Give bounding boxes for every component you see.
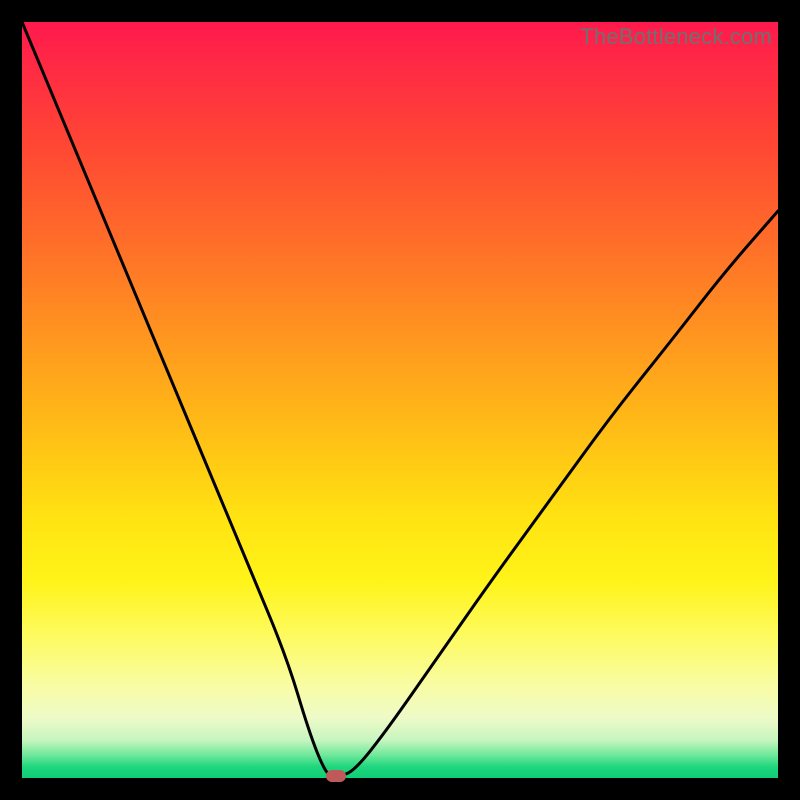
optimum-marker (326, 770, 346, 782)
chart-frame: TheBottleneck.com (0, 0, 800, 800)
plot-area: TheBottleneck.com (22, 22, 778, 778)
bottleneck-curve (22, 22, 778, 778)
